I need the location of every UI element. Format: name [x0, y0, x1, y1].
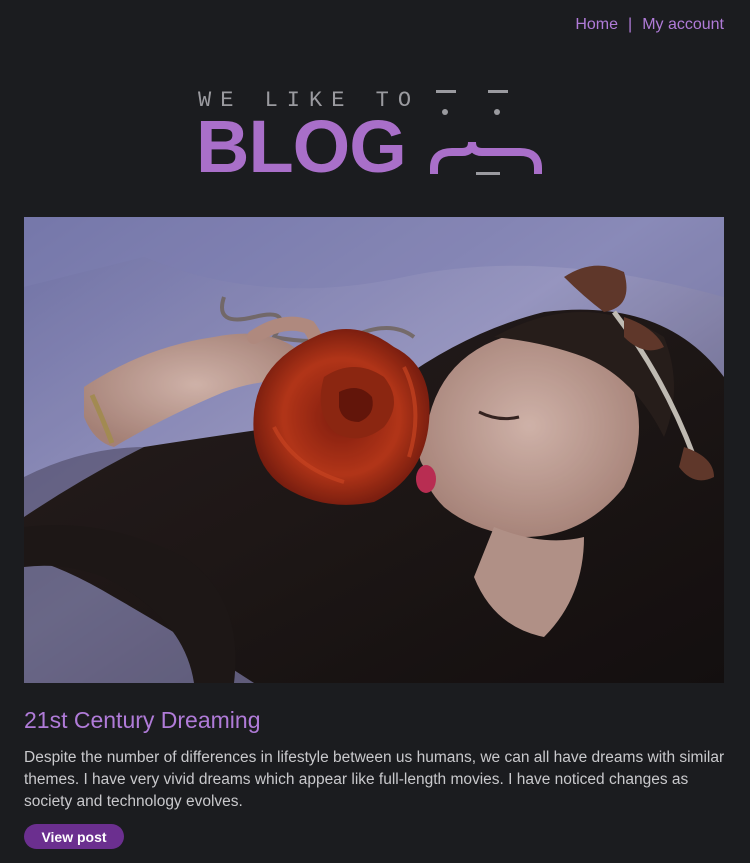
post-excerpt: Despite the number of differences in lif… — [24, 749, 725, 810]
top-nav: Home | My account — [575, 16, 724, 34]
hero-photo — [24, 217, 724, 683]
nav-separator: | — [628, 16, 633, 33]
view-post-button[interactable]: View post — [24, 824, 124, 849]
home-link[interactable]: Home — [575, 16, 618, 34]
site-logo[interactable]: WE LIKE TO BLOG — [196, 82, 556, 184]
my-account-link[interactable]: My account — [642, 16, 724, 34]
sleepy-face-icon — [430, 90, 542, 175]
hero-image[interactable] — [24, 217, 724, 683]
page: Home | My account WE LIKE TO BLOG 21st C… — [0, 0, 750, 863]
post-title[interactable]: 21st Century Dreaming — [24, 707, 261, 734]
logo-wordmark: BLOG — [196, 105, 407, 188]
